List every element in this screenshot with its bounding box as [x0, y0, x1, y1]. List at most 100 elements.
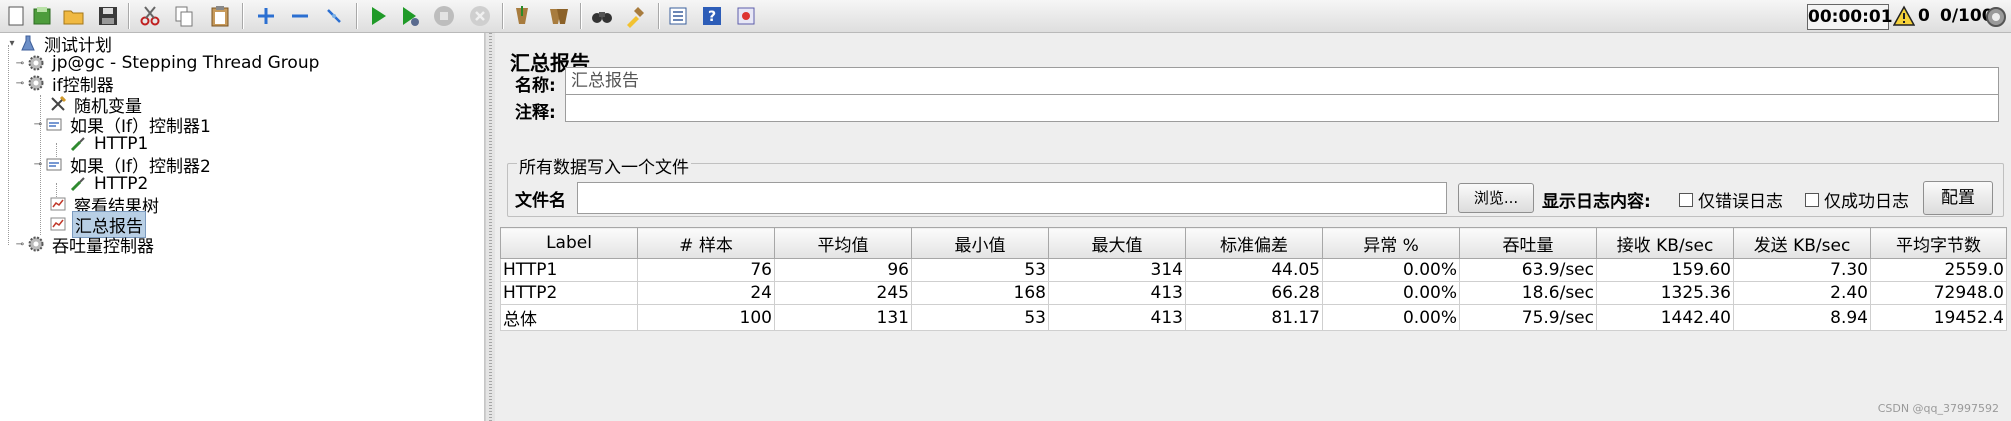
warning-icon[interactable]: [1893, 5, 1915, 27]
errors-only-checkbox[interactable]: 仅错误日志: [1679, 187, 1783, 212]
column-header[interactable]: 最大值: [1048, 227, 1186, 259]
table-cell: 159.60: [1596, 258, 1734, 282]
table-cell: HTTP2: [500, 281, 638, 305]
new-icon[interactable]: [2, 2, 30, 30]
elapsed-timer: 00:00:01: [1807, 4, 1893, 30]
save-icon[interactable]: [94, 2, 122, 30]
tree-node-throughput-controller[interactable]: ⊸ 吞吐量控制器: [14, 232, 156, 257]
table-cell: 131: [774, 304, 912, 331]
table-cell: 413: [1048, 281, 1186, 305]
open-icon[interactable]: [60, 2, 88, 30]
copy-icon[interactable]: [170, 2, 198, 30]
name-field[interactable]: 汇总报告: [565, 67, 1999, 95]
flask-icon: [18, 33, 38, 53]
table-cell: 314: [1048, 258, 1186, 282]
column-header[interactable]: 平均字节数: [1870, 227, 2007, 259]
error-count: 0: [1918, 6, 1930, 26]
configure-button[interactable]: 配置: [1923, 181, 1993, 215]
column-header[interactable]: 标准偏差: [1185, 227, 1323, 259]
table-cell: 44.05: [1185, 258, 1323, 282]
filename-label: 文件名: [515, 191, 566, 211]
table-cell: 7.30: [1733, 258, 1871, 282]
help-icon[interactable]: ?: [698, 2, 726, 30]
templates-icon[interactable]: [28, 2, 56, 30]
shutdown-icon[interactable]: [466, 2, 494, 30]
summary-table[interactable]: Label # 样本 平均值 最小值 最大值 标准偏差 异常 % 吞吐量 接收 …: [500, 227, 2007, 331]
column-header[interactable]: Label: [500, 227, 638, 259]
if-controller-icon: [44, 154, 64, 174]
toolbar: ? 00:00:01 0 0/100: [0, 0, 2011, 33]
table-cell: 19452.4: [1870, 304, 2007, 331]
column-header[interactable]: 平均值: [774, 227, 912, 259]
status-gear-icon: [1986, 7, 2006, 27]
table-cell: 0.00%: [1322, 281, 1460, 305]
column-header[interactable]: # 样本: [637, 227, 775, 259]
column-header[interactable]: 异常 %: [1322, 227, 1460, 259]
toggle-icon[interactable]: [320, 2, 348, 30]
table-cell: 75.9/sec: [1459, 304, 1597, 331]
comment-label: 注释:: [515, 103, 556, 123]
paste-icon[interactable]: [206, 2, 234, 30]
table-cell: 18.6/sec: [1459, 281, 1597, 305]
table-cell: 0.00%: [1322, 258, 1460, 282]
watermark: CSDN @qq_37997592: [1877, 402, 1999, 415]
summary-report-panel: 汇总报告 名称: 汇总报告 注释: 所有数据写入一个文件 文件名 浏览... 显…: [495, 33, 2011, 421]
table-cell: 96: [774, 258, 912, 282]
gear-icon: [26, 73, 46, 93]
table-cell: 总体: [500, 304, 638, 331]
log-content-label: 显示日志内容:: [1542, 192, 1651, 212]
browse-button[interactable]: 浏览...: [1458, 183, 1534, 213]
table-row[interactable]: 总体 100 131 53 413 81.17 0.00% 75.9/sec 1…: [500, 304, 2007, 331]
table-cell: 76: [637, 258, 775, 282]
stop-icon[interactable]: [430, 2, 458, 30]
clear-all-icon[interactable]: [544, 2, 572, 30]
name-label: 名称:: [515, 76, 556, 96]
write-results-group-title: 所有数据写入一个文件: [517, 153, 691, 178]
comment-field[interactable]: [565, 94, 1999, 122]
table-cell: 2.40: [1733, 281, 1871, 305]
table-cell: 100: [637, 304, 775, 331]
table-cell: 1325.36: [1596, 281, 1734, 305]
reset-search-icon[interactable]: [622, 2, 650, 30]
table-cell: 413: [1048, 304, 1186, 331]
search-icon[interactable]: [588, 2, 616, 30]
gear-icon: [26, 234, 46, 254]
table-cell: 2559.0: [1870, 258, 2007, 282]
filename-field[interactable]: [577, 182, 1447, 214]
remote-icon[interactable]: [732, 2, 760, 30]
table-cell: 72948.0: [1870, 281, 2007, 305]
clear-icon[interactable]: [508, 2, 536, 30]
column-header[interactable]: 最小值: [911, 227, 1049, 259]
table-cell: 53: [911, 258, 1049, 282]
success-only-checkbox[interactable]: 仅成功日志: [1805, 187, 1909, 212]
table-header-row: Label # 样本 平均值 最小值 最大值 标准偏差 异常 % 吞吐量 接收 …: [500, 227, 2007, 259]
chart-icon: [48, 194, 68, 214]
start-icon[interactable]: [364, 2, 392, 30]
cut-icon[interactable]: [136, 2, 164, 30]
if-controller-icon: [44, 114, 64, 134]
table-row[interactable]: HTTP1 76 96 53 314 44.05 0.00% 63.9/sec …: [500, 258, 2007, 282]
table-cell: 1442.40: [1596, 304, 1734, 331]
start-no-pause-icon[interactable]: [396, 2, 424, 30]
tools-icon: [48, 94, 68, 114]
collapse-icon[interactable]: [286, 2, 314, 30]
test-plan-tree[interactable]: ▾ 测试计划 ⊸ jp@gc - Stepping Thread Group ⊸…: [0, 33, 485, 421]
column-header[interactable]: 吞吐量: [1459, 227, 1597, 259]
table-cell: HTTP1: [500, 258, 638, 282]
gear-icon: [26, 53, 46, 73]
table-cell: 24: [637, 281, 775, 305]
table-cell: 0.00%: [1322, 304, 1460, 331]
svg-text:?: ?: [708, 9, 716, 25]
table-cell: 245: [774, 281, 912, 305]
table-cell: 168: [911, 281, 1049, 305]
table-row[interactable]: HTTP2 24 245 168 413 66.28 0.00% 18.6/se…: [500, 281, 2007, 305]
table-cell: 81.17: [1185, 304, 1323, 331]
column-header[interactable]: 发送 KB/sec: [1733, 227, 1871, 259]
function-helper-icon[interactable]: [664, 2, 692, 30]
column-header[interactable]: 接收 KB/sec: [1596, 227, 1734, 259]
table-cell: 8.94: [1733, 304, 1871, 331]
table-cell: 63.9/sec: [1459, 258, 1597, 282]
table-cell: 53: [911, 304, 1049, 331]
expand-icon[interactable]: [252, 2, 280, 30]
table-cell: 66.28: [1185, 281, 1323, 305]
